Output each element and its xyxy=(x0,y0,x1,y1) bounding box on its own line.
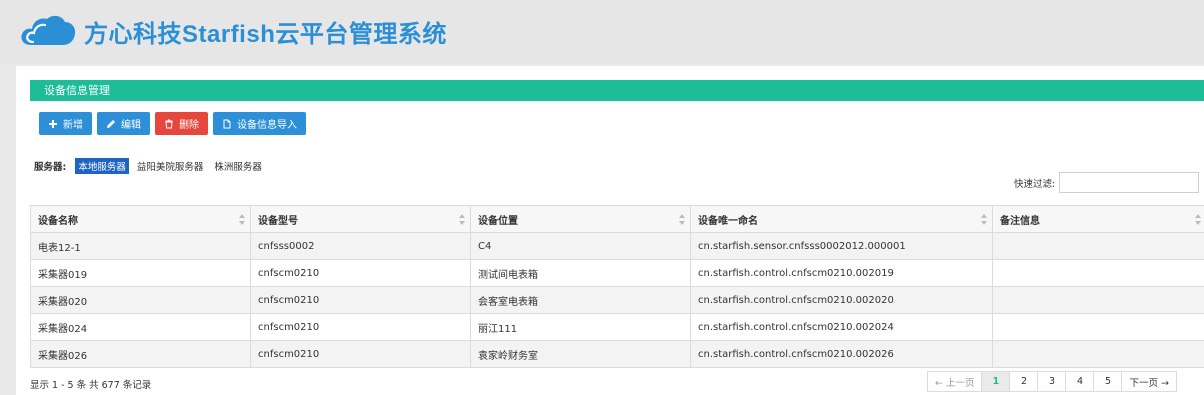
server-label: 服务器: xyxy=(34,162,67,173)
table-row[interactable]: 采集器026 cnfscm0210 袁家岭财务室 cn.starfish.con… xyxy=(30,340,1204,368)
sort-icon xyxy=(679,214,685,225)
record-count-info: 显示 1 - 5 条 共 677 条记录 xyxy=(30,380,152,391)
table-header-row: 设备名称 设备型号 设备位置 设备唯一命名 备注信息 xyxy=(30,205,1204,233)
plus-icon xyxy=(49,119,57,128)
cell-device-model: cnfscm0210 xyxy=(250,340,471,368)
cell-device-location: C4 xyxy=(470,232,691,260)
column-header-model[interactable]: 设备型号 xyxy=(250,205,471,233)
cell-device-remark xyxy=(992,286,1204,314)
cell-device-model: cnfscm0210 xyxy=(250,259,471,287)
filter-input[interactable] xyxy=(1059,172,1200,193)
cell-device-model: cnfscm0210 xyxy=(250,313,471,341)
cell-device-remark xyxy=(992,259,1204,287)
cloud-icon xyxy=(21,15,76,45)
pagination: ← 上一页 1 2 3 4 5 下一页 → xyxy=(927,371,1177,392)
sort-icon xyxy=(459,214,465,225)
cell-device-unique-name: cn.starfish.control.cnfscm0210.002026 xyxy=(690,340,993,368)
sort-icon xyxy=(981,214,987,225)
cell-device-location: 会客室电表箱 xyxy=(470,286,691,314)
cell-device-name: 采集器020 xyxy=(30,286,251,314)
table-row[interactable]: 采集器024 cnfscm0210 丽江111 cn.starfish.cont… xyxy=(30,313,1204,341)
column-header-unique-name[interactable]: 设备唯一命名 xyxy=(690,205,993,233)
cell-device-remark xyxy=(992,313,1204,341)
table-row[interactable]: 采集器020 cnfscm0210 会客室电表箱 cn.starfish.con… xyxy=(30,286,1204,314)
column-header-label: 设备位置 xyxy=(478,215,518,227)
pencil-icon xyxy=(107,119,115,128)
cell-device-remark xyxy=(992,340,1204,368)
delete-button-label: 删除 xyxy=(179,120,199,131)
table-row[interactable]: 采集器019 cnfscm0210 测试间电表箱 cn.starfish.con… xyxy=(30,259,1204,287)
next-page-button[interactable]: 下一页 → xyxy=(1121,371,1177,392)
panel-title: 设备信息管理 xyxy=(30,80,1204,101)
device-table: 设备名称 设备型号 设备位置 设备唯一命名 备注信息 电表12-1 cnfsss… xyxy=(30,205,1204,368)
cell-device-location: 测试间电表箱 xyxy=(470,259,691,287)
delete-button[interactable]: 删除 xyxy=(155,112,208,135)
server-item-yiyang[interactable]: 益阳美院服务器 xyxy=(134,158,207,174)
column-header-label: 设备型号 xyxy=(258,215,298,227)
page-1-button[interactable]: 1 xyxy=(981,371,1011,392)
prev-page-button[interactable]: ← 上一页 xyxy=(927,371,983,392)
cell-device-name: 采集器024 xyxy=(30,313,251,341)
quick-filter: 快速过滤: xyxy=(1014,172,1200,193)
top-header: 方心科技Starfish云平台管理系统 xyxy=(0,0,1204,64)
cell-device-name: 采集器026 xyxy=(30,340,251,368)
cell-device-name: 电表12-1 xyxy=(30,232,251,260)
column-header-remark[interactable]: 备注信息 xyxy=(992,205,1204,233)
main-panel: 设备信息管理 新增 编辑 删除 设备信息导入 服务器: 本地服务器 益阳美院服务… xyxy=(16,66,1204,395)
import-button[interactable]: 设备信息导入 xyxy=(213,112,306,135)
edit-button-label: 编辑 xyxy=(121,120,141,131)
edit-button[interactable]: 编辑 xyxy=(97,112,150,135)
cell-device-location: 袁家岭财务室 xyxy=(470,340,691,368)
column-header-label: 备注信息 xyxy=(1000,215,1040,227)
cell-device-location: 丽江111 xyxy=(470,313,691,341)
trash-icon xyxy=(165,119,173,128)
cell-device-unique-name: cn.starfish.control.cnfscm0210.002024 xyxy=(690,313,993,341)
cell-device-remark xyxy=(992,232,1204,260)
column-header-location[interactable]: 设备位置 xyxy=(470,205,691,233)
cell-device-unique-name: cn.starfish.sensor.cnfsss0002012.000001 xyxy=(690,232,993,260)
cell-device-name: 采集器019 xyxy=(30,259,251,287)
server-selector: 服务器: 本地服务器 益阳美院服务器 株洲服务器 xyxy=(34,158,265,174)
import-button-label: 设备信息导入 xyxy=(237,120,297,131)
toolbar: 新增 编辑 删除 设备信息导入 xyxy=(39,112,306,135)
column-header-label: 设备名称 xyxy=(38,215,78,227)
sort-icon xyxy=(239,214,245,225)
cell-device-unique-name: cn.starfish.control.cnfscm0210.002019 xyxy=(690,259,993,287)
cell-device-unique-name: cn.starfish.control.cnfscm0210.002020 xyxy=(690,286,993,314)
server-item-zhuzhou[interactable]: 株洲服务器 xyxy=(211,158,265,174)
add-button-label: 新增 xyxy=(63,120,83,131)
page-2-button[interactable]: 2 xyxy=(1009,371,1039,392)
column-header-name[interactable]: 设备名称 xyxy=(30,205,251,233)
cell-device-model: cnfscm0210 xyxy=(250,286,471,314)
app-title: 方心科技Starfish云平台管理系统 xyxy=(84,20,447,48)
app-logo: 方心科技Starfish云平台管理系统 xyxy=(18,12,447,50)
sort-icon xyxy=(1195,214,1201,225)
page-5-button[interactable]: 5 xyxy=(1093,371,1123,392)
file-icon xyxy=(223,119,231,128)
page-4-button[interactable]: 4 xyxy=(1065,371,1095,392)
table-row[interactable]: 电表12-1 cnfsss0002 C4 cn.starfish.sensor.… xyxy=(30,232,1204,260)
column-header-label: 设备唯一命名 xyxy=(698,215,758,227)
filter-label: 快速过滤: xyxy=(1014,178,1056,190)
cell-device-model: cnfsss0002 xyxy=(250,232,471,260)
server-item-local[interactable]: 本地服务器 xyxy=(75,158,129,174)
page-3-button[interactable]: 3 xyxy=(1037,371,1067,392)
add-button[interactable]: 新增 xyxy=(39,112,92,135)
